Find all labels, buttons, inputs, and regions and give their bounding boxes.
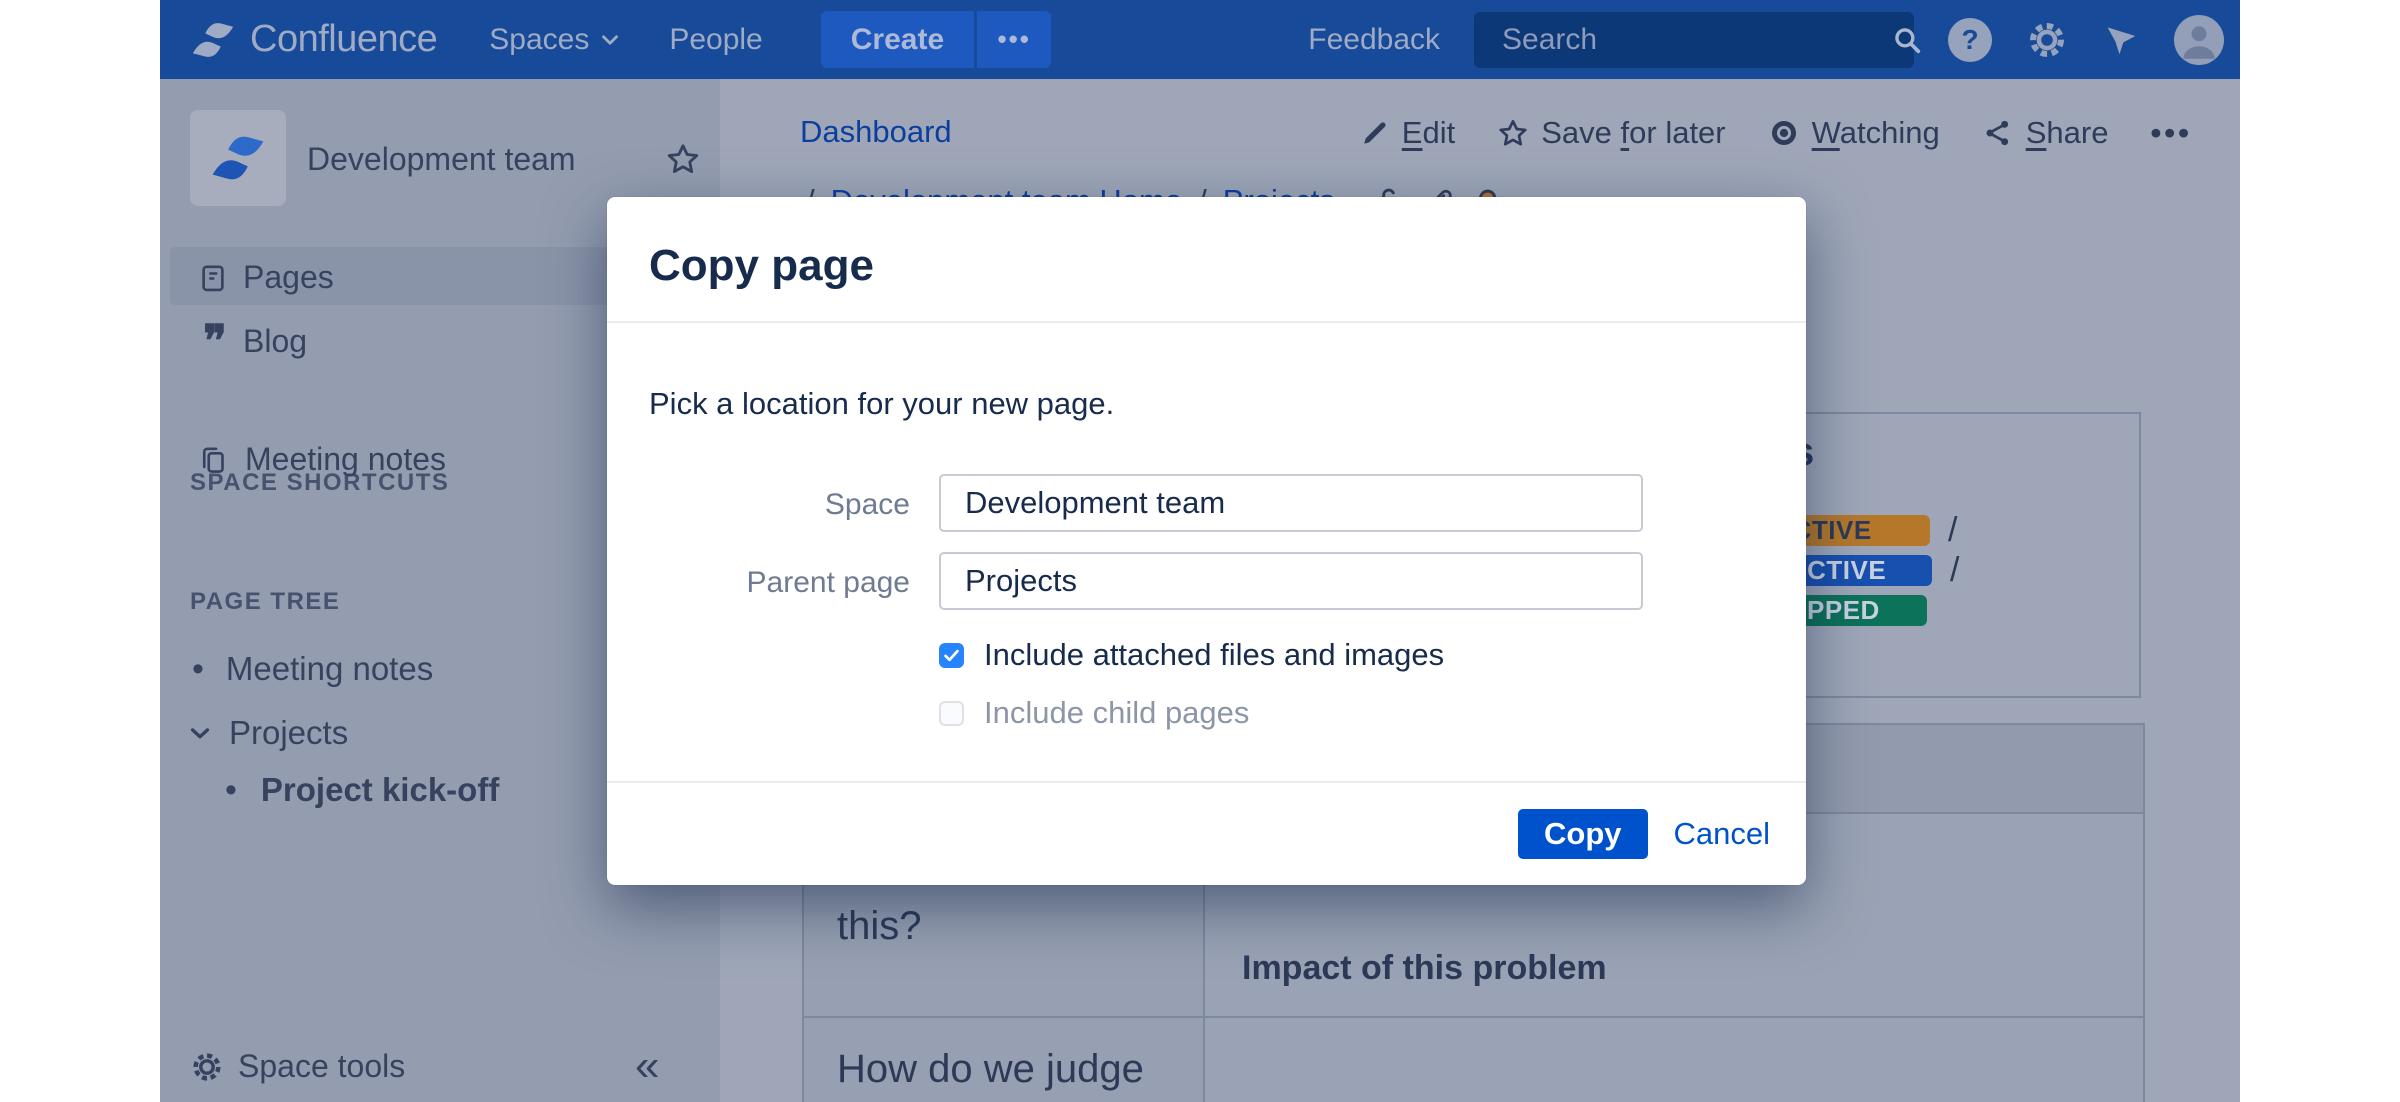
page-actions: Edit Save for later Watching Share ••• — [1360, 115, 2192, 151]
nav-feedback[interactable]: Feedback — [1308, 23, 1440, 57]
space-logo[interactable] — [190, 110, 286, 206]
share-icon — [1982, 117, 2014, 149]
pencil-icon — [1360, 118, 1390, 148]
copy-button[interactable]: Copy — [1518, 809, 1648, 859]
include-files-checkbox[interactable] — [939, 642, 964, 668]
table-header-cell: How do we judge — [804, 1018, 1205, 1102]
breadcrumb-dashboard[interactable]: Dashboard — [800, 114, 952, 150]
tree-item-project-kickoff[interactable]: • Project kick-off — [225, 771, 499, 809]
blog-quote-icon: ❞ — [203, 316, 227, 366]
page-icon — [197, 263, 229, 293]
tree-item-projects[interactable]: Projects — [185, 714, 348, 752]
star-icon — [1497, 117, 1529, 149]
settings-gear-icon[interactable] — [2026, 19, 2068, 61]
nav-people[interactable]: People — [669, 23, 762, 57]
space-field[interactable] — [939, 474, 1643, 532]
include-child-label[interactable]: Include child pages — [984, 695, 1249, 731]
eye-icon — [1768, 117, 1800, 149]
share-button[interactable]: Share — [1982, 115, 2108, 151]
sidebar-item-pages[interactable]: Pages — [197, 259, 334, 296]
copy-page-dialog: Copy page Pick a location for your new p… — [607, 197, 1806, 885]
include-child-checkbox-row: Include child pages — [939, 695, 1249, 731]
nav-spaces[interactable]: Spaces — [489, 23, 623, 57]
cancel-button[interactable]: Cancel — [1674, 816, 1771, 852]
sidebar-item-blog[interactable]: ❞ Blog — [197, 316, 307, 366]
screen: Confluence Spaces People Create ••• Feed… — [0, 0, 2400, 1102]
space-tools-button[interactable]: Space tools — [190, 1048, 405, 1085]
search-box[interactable] — [1474, 11, 1921, 68]
space-name[interactable]: Development team — [307, 141, 576, 178]
favorite-star-icon[interactable] — [665, 141, 701, 177]
dialog-footer: Copy Cancel — [607, 781, 1806, 885]
watching-button[interactable]: Watching — [1768, 115, 1940, 151]
user-avatar[interactable] — [2174, 14, 2224, 65]
gear-icon — [190, 1050, 224, 1084]
space-field-label: Space — [824, 488, 910, 521]
include-files-label[interactable]: Include attached files and images — [984, 637, 1444, 673]
search-input[interactable] — [1500, 21, 1890, 58]
edit-button[interactable]: Edit — [1360, 115, 1455, 151]
table-row: How do we judge — [804, 1018, 2143, 1102]
create-button[interactable]: Create — [820, 11, 975, 68]
create-more-button[interactable]: ••• — [977, 11, 1052, 68]
app-title[interactable]: Confluence — [250, 18, 438, 61]
collapse-sidebar-button[interactable]: « — [635, 1041, 659, 1091]
top-nav: Confluence Spaces People Create ••• Feed… — [160, 0, 2240, 79]
dialog-intro-text: Pick a location for your new page. — [649, 386, 1115, 421]
include-files-checkbox-row: Include attached files and images — [939, 637, 1444, 673]
confluence-logo-icon[interactable] — [190, 17, 236, 63]
save-for-later-button[interactable]: Save for later — [1497, 115, 1726, 151]
tree-item-meeting-notes[interactable]: • Meeting notes — [192, 650, 433, 688]
parent-page-field-label: Parent page — [746, 566, 910, 599]
announcement-flag-icon[interactable] — [2102, 21, 2140, 59]
pages-copy-icon — [197, 445, 229, 475]
more-actions-button[interactable]: ••• — [2150, 115, 2192, 151]
help-icon[interactable]: ? — [1948, 17, 1992, 62]
table-cell — [1205, 1018, 2143, 1102]
include-child-checkbox[interactable] — [939, 700, 964, 726]
chevron-down-icon[interactable] — [185, 718, 215, 748]
chevron-down-icon — [597, 27, 623, 53]
dialog-header: Copy page — [607, 197, 1806, 323]
section-page-tree: PAGE TREE — [190, 588, 341, 615]
parent-page-field[interactable] — [939, 552, 1643, 610]
sidebar-shortcut-meeting-notes[interactable]: Meeting notes — [197, 441, 446, 478]
breadcrumb: Dashboard — [800, 114, 952, 150]
search-icon[interactable] — [1890, 23, 1924, 57]
dialog-title: Copy page — [649, 241, 874, 290]
